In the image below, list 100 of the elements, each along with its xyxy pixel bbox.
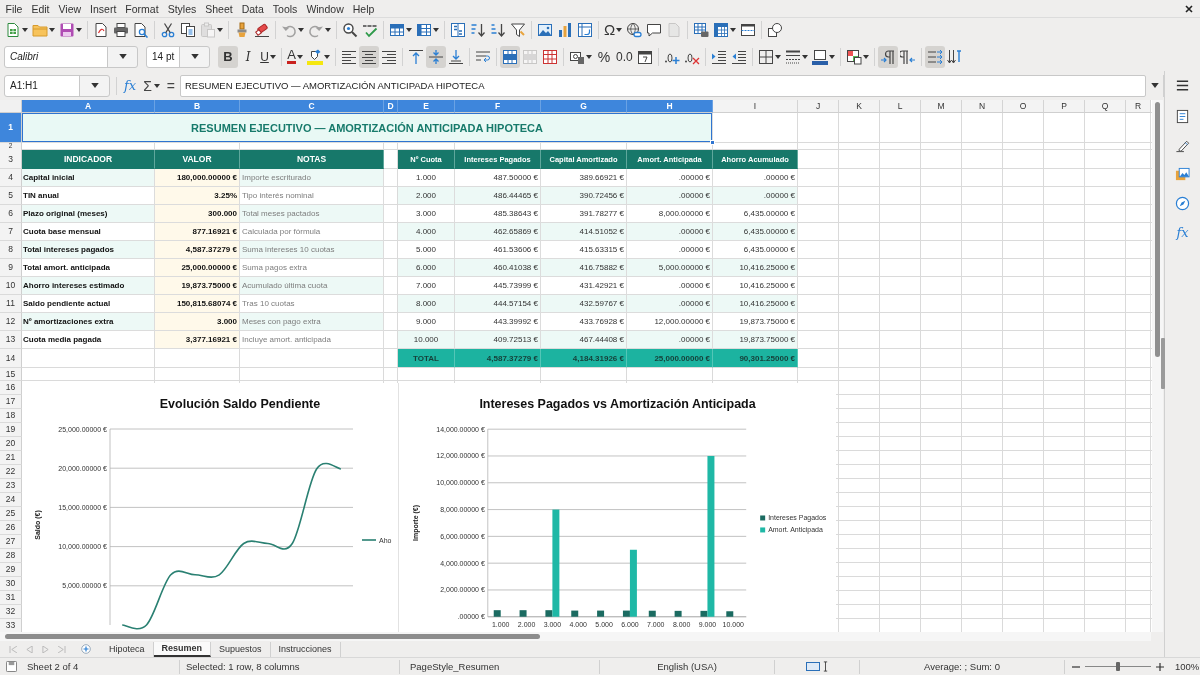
column-header[interactable]: O xyxy=(1003,100,1044,113)
special-character-button[interactable]: Ω xyxy=(602,19,625,41)
column-header[interactable]: B xyxy=(155,100,240,113)
value-cell[interactable]: 300.000 xyxy=(155,205,240,223)
note-cell[interactable]: Meses con pago extra xyxy=(240,313,384,331)
indicator-cell[interactable]: Nº amortizaciones extra xyxy=(22,313,155,331)
amount-cell[interactable]: 414.51052 € xyxy=(541,223,627,241)
sheet-tab[interactable]: Hipoteca xyxy=(101,641,154,657)
amount-cell[interactable]: .00000 € xyxy=(627,223,713,241)
row-header[interactable]: 31 xyxy=(0,591,22,605)
menu-item[interactable]: Format xyxy=(120,0,164,17)
column-header[interactable]: K xyxy=(839,100,880,113)
menu-item[interactable]: Edit xyxy=(26,0,54,17)
percent-format-button[interactable]: % xyxy=(594,45,614,68)
value-cell[interactable]: 150,815.68074 € xyxy=(155,295,240,313)
amount-cell[interactable]: 462.65869 € xyxy=(455,223,541,241)
close-document-button[interactable] xyxy=(1184,3,1194,14)
row-header[interactable]: 26 xyxy=(0,521,22,535)
row-header[interactable]: 25 xyxy=(0,507,22,521)
language-label[interactable]: English (USA) xyxy=(657,661,717,672)
left-to-right-button[interactable] xyxy=(877,45,898,68)
text-left-to-right-button[interactable] xyxy=(924,45,945,68)
align-center-button[interactable] xyxy=(359,45,379,68)
installment-cell[interactable]: 10.000 xyxy=(398,331,455,349)
row-header[interactable]: 11 xyxy=(0,295,22,313)
underline-button[interactable]: U xyxy=(258,45,278,68)
font-size-field[interactable]: 14 pt xyxy=(146,45,210,68)
formula-button[interactable]: = xyxy=(164,74,177,97)
formula-input-field[interactable]: RESUMEN EJECUTIVO — AMORTIZACIÓN ANTICIPADA HIPOTECA xyxy=(180,74,1147,97)
column-header[interactable]: I xyxy=(713,100,798,113)
amount-cell[interactable]: 5,000.00000 € xyxy=(627,259,713,277)
amount-cell[interactable]: 460.41038 € xyxy=(455,259,541,277)
menu-item[interactable]: Sheet xyxy=(200,0,238,17)
amount-cell[interactable]: .00000 € xyxy=(627,331,713,349)
row-header[interactable]: 24 xyxy=(0,493,22,507)
column-header[interactable]: G xyxy=(541,100,627,113)
row-header[interactable]: 21 xyxy=(0,451,22,465)
row-header[interactable]: 10 xyxy=(0,277,22,295)
column-header[interactable]: M xyxy=(921,100,962,113)
column-header[interactable]: R xyxy=(1126,100,1151,113)
rectangle-icon[interactable] xyxy=(806,662,820,671)
font-name-field[interactable]: Calibri xyxy=(4,45,138,68)
row-header[interactable]: 9 xyxy=(0,259,22,277)
amount-cell[interactable]: 444.57154 € xyxy=(455,295,541,313)
fill-handle[interactable] xyxy=(710,140,715,145)
menu-item[interactable]: Data xyxy=(237,0,269,17)
indicator-cell[interactable]: Ahorro intereses estimado xyxy=(22,277,155,295)
row-header[interactable]: 22 xyxy=(0,465,22,479)
column-heading-cell[interactable]: INDICADOR xyxy=(22,150,155,169)
zoom-slider-thumb[interactable] xyxy=(1116,662,1120,671)
bold-button[interactable]: B xyxy=(218,45,238,68)
amount-cell[interactable]: 6,435.00000 € xyxy=(713,223,798,241)
sheet-tab[interactable]: Resumen xyxy=(153,641,212,657)
total-amount-cell[interactable]: 25,000.00000 € xyxy=(627,349,713,368)
sum-button[interactable]: Σ xyxy=(141,74,162,97)
amount-cell[interactable]: .00000 € xyxy=(627,295,713,313)
note-cell[interactable]: Importe escriturado xyxy=(240,169,384,187)
row-header[interactable]: 14 xyxy=(0,349,22,368)
amount-cell[interactable]: 486.44465 € xyxy=(455,187,541,205)
title-cell[interactable]: RESUMEN EJECUTIVO — AMORTIZACIÓN ANTICIPADA HIPOTECA xyxy=(22,113,713,143)
merge-center-button[interactable] xyxy=(500,45,520,68)
column-header[interactable]: Q xyxy=(1085,100,1126,113)
italic-button[interactable]: I xyxy=(238,45,258,68)
column-header[interactable]: H xyxy=(627,100,713,113)
row-header[interactable]: 4 xyxy=(0,169,22,187)
amount-cell[interactable]: 432.59767 € xyxy=(541,295,627,313)
row-header[interactable]: 30 xyxy=(0,577,22,591)
row-header[interactable]: 33 xyxy=(0,619,22,632)
sidebar-collapse-handle[interactable] xyxy=(1161,338,1166,389)
column-heading-cell[interactable]: NOTAS xyxy=(240,150,384,169)
row-header[interactable]: 28 xyxy=(0,549,22,563)
number-format-standard-button[interactable]: 0.0 xyxy=(614,45,635,68)
sheet-tab[interactable]: Instrucciones xyxy=(270,641,341,657)
installment-cell[interactable]: 8.000 xyxy=(398,295,455,313)
installment-cell[interactable]: 2.000 xyxy=(398,187,455,205)
menu-item[interactable]: Insert xyxy=(85,0,121,17)
value-cell[interactable]: 877.16921 € xyxy=(155,223,240,241)
value-cell[interactable]: 180,000.00000 € xyxy=(155,169,240,187)
zoom-percent[interactable]: 100% xyxy=(1175,661,1200,672)
note-cell[interactable]: Incluye amort. anticipada xyxy=(240,331,384,349)
column-header[interactable]: N xyxy=(962,100,1003,113)
row-header[interactable]: 19 xyxy=(0,423,22,437)
note-cell[interactable]: Acumulado última cuota xyxy=(240,277,384,295)
indicator-cell[interactable]: Plazo original (meses) xyxy=(22,205,155,223)
column-header[interactable]: D xyxy=(384,100,398,113)
note-cell[interactable]: Total meses pactados xyxy=(240,205,384,223)
row-header[interactable]: 17 xyxy=(0,395,22,409)
row-header[interactable]: 20 xyxy=(0,437,22,451)
function-wizard-button[interactable]: fx xyxy=(122,74,139,97)
zoom-in-button[interactable] xyxy=(1155,661,1165,672)
installment-cell[interactable]: 4.000 xyxy=(398,223,455,241)
row-header[interactable]: 5 xyxy=(0,187,22,205)
installment-cell[interactable]: 6.000 xyxy=(398,259,455,277)
add-sheet-button[interactable] xyxy=(80,643,92,655)
row-header[interactable]: 27 xyxy=(0,535,22,549)
column-header[interactable]: L xyxy=(880,100,921,113)
amount-cell[interactable]: .00000 € xyxy=(627,187,713,205)
amount-cell[interactable]: 10,416.25000 € xyxy=(713,295,798,313)
value-cell[interactable]: 4,587.37279 € xyxy=(155,241,240,259)
total-amount-cell[interactable]: 4,587.37279 € xyxy=(455,349,541,368)
